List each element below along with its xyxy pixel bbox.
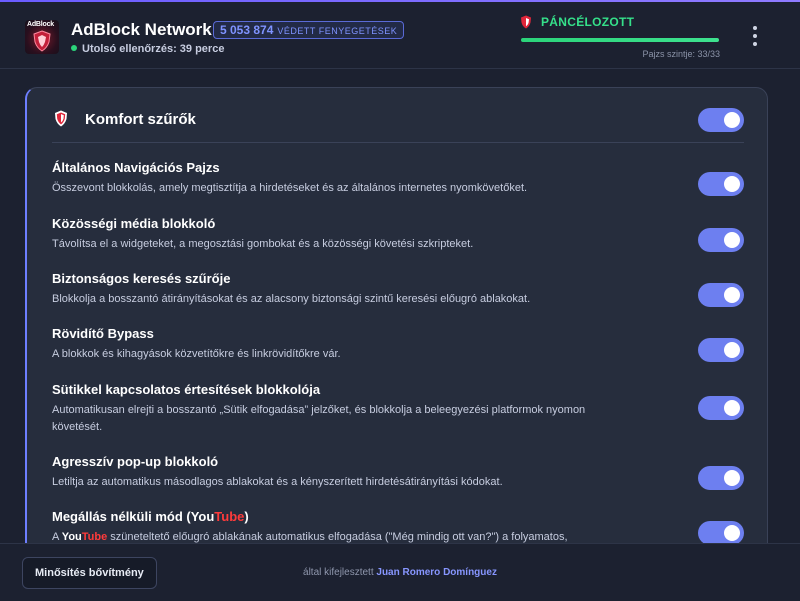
toggle-knob [724, 342, 740, 358]
filter-title: Biztonságos keresés szűrője [52, 271, 231, 286]
app-logo: AdBlock [25, 20, 59, 54]
shield-icon [55, 110, 67, 127]
more-options-icon[interactable] [748, 26, 762, 48]
toggle-knob [724, 525, 740, 541]
filter-description: Távolítsa el a widgeteket, a megosztási … [52, 238, 474, 250]
card-title: Komfort szűrők [85, 111, 196, 128]
filter-title: Általános Navigációs Pajzs [52, 160, 220, 175]
filter-item: Általános Navigációs Pajzs Összevont blo… [52, 160, 752, 197]
filter-title: Agresszív pop-up blokkoló [52, 454, 219, 469]
app-title: AdBlock Network [71, 20, 212, 39]
filter-title: Rövidítő Bypass [52, 326, 154, 341]
status-dot-icon [71, 45, 77, 51]
logo-text: AdBlock [27, 21, 54, 28]
filter-description: Blokkolja a bosszantó átirányításokat és… [52, 293, 531, 305]
filter-item: Megállás nélküli mód (YouTube) A YouTube… [52, 509, 752, 546]
credit-prefix: által kifejlesztett [303, 567, 374, 578]
filter-toggle[interactable] [698, 283, 744, 307]
threat-count-label: VÉDETT FENYEGETÉSEK [277, 26, 398, 36]
filter-item: Sütikkel kapcsolatos értesítések blokkol… [52, 382, 752, 436]
toggle-knob [724, 232, 740, 248]
toggle-knob [724, 176, 740, 192]
filter-toggle[interactable] [698, 338, 744, 362]
last-check-text: Utolsó ellenőrzés: 39 perce [82, 43, 225, 55]
master-toggle[interactable] [698, 108, 744, 132]
filter-description: Összevont blokkolás, amely megtisztítja … [52, 182, 528, 194]
filter-description: Automatikusan elrejti a bosszantó „Sütik… [52, 404, 586, 433]
shield-level-text: Pajzs szintje: 33/33 [642, 49, 720, 59]
filter-description: Letiltja az automatikus másodlagos ablak… [52, 476, 503, 488]
armor-status: PÁNCÉLOZOTT [541, 15, 635, 29]
filter-item: Rövidítő Bypass A blokkok és kihagyások … [52, 326, 752, 363]
author-link[interactable]: Juan Romero Domínguez [376, 567, 497, 578]
toggle-knob [724, 112, 740, 128]
card-divider [52, 142, 744, 143]
developer-credit: által kifejlesztett Juan Romero Domíngue… [0, 567, 800, 578]
shield-level-bar [521, 38, 719, 42]
filter-toggle[interactable] [698, 521, 744, 545]
app-footer: Minősítés bővítmény által kifejlesztett … [0, 543, 800, 601]
last-check-status: Utolsó ellenőrzés: 39 perce [71, 43, 224, 55]
app-header: AdBlock AdBlock Network 5 053 874 VÉDETT … [0, 2, 800, 69]
filter-description: A blokkok és kihagyások közvetítőkre és … [52, 348, 341, 360]
filter-item: Biztonságos keresés szűrője Blokkolja a … [52, 271, 752, 308]
shield-level-fill [521, 38, 719, 42]
filter-title: Megállás nélküli mód (YouTube) [52, 509, 249, 524]
filter-toggle[interactable] [698, 228, 744, 252]
filter-title: Közösségi média blokkoló [52, 216, 216, 231]
filter-title: Sütikkel kapcsolatos értesítések blokkol… [52, 382, 321, 397]
comfort-filters-card: Komfort szűrők Általános Navigációs Pajz… [25, 87, 768, 559]
shield-icon [521, 15, 531, 29]
filter-item: Közösségi média blokkoló Távolítsa el a … [52, 216, 752, 253]
toggle-knob [724, 470, 740, 486]
toggle-knob [724, 287, 740, 303]
filter-toggle[interactable] [698, 466, 744, 490]
filter-toggle[interactable] [698, 396, 744, 420]
toggle-knob [724, 400, 740, 416]
card-header: Komfort szűrők [27, 88, 767, 143]
filter-item: Agresszív pop-up blokkoló Letiltja az au… [52, 454, 752, 491]
logo-shield-icon [33, 30, 51, 52]
filter-toggle[interactable] [698, 172, 744, 196]
threat-count: 5 053 874 [220, 23, 274, 37]
threat-counter-badge: 5 053 874 VÉDETT FENYEGETÉSEK [213, 21, 405, 39]
